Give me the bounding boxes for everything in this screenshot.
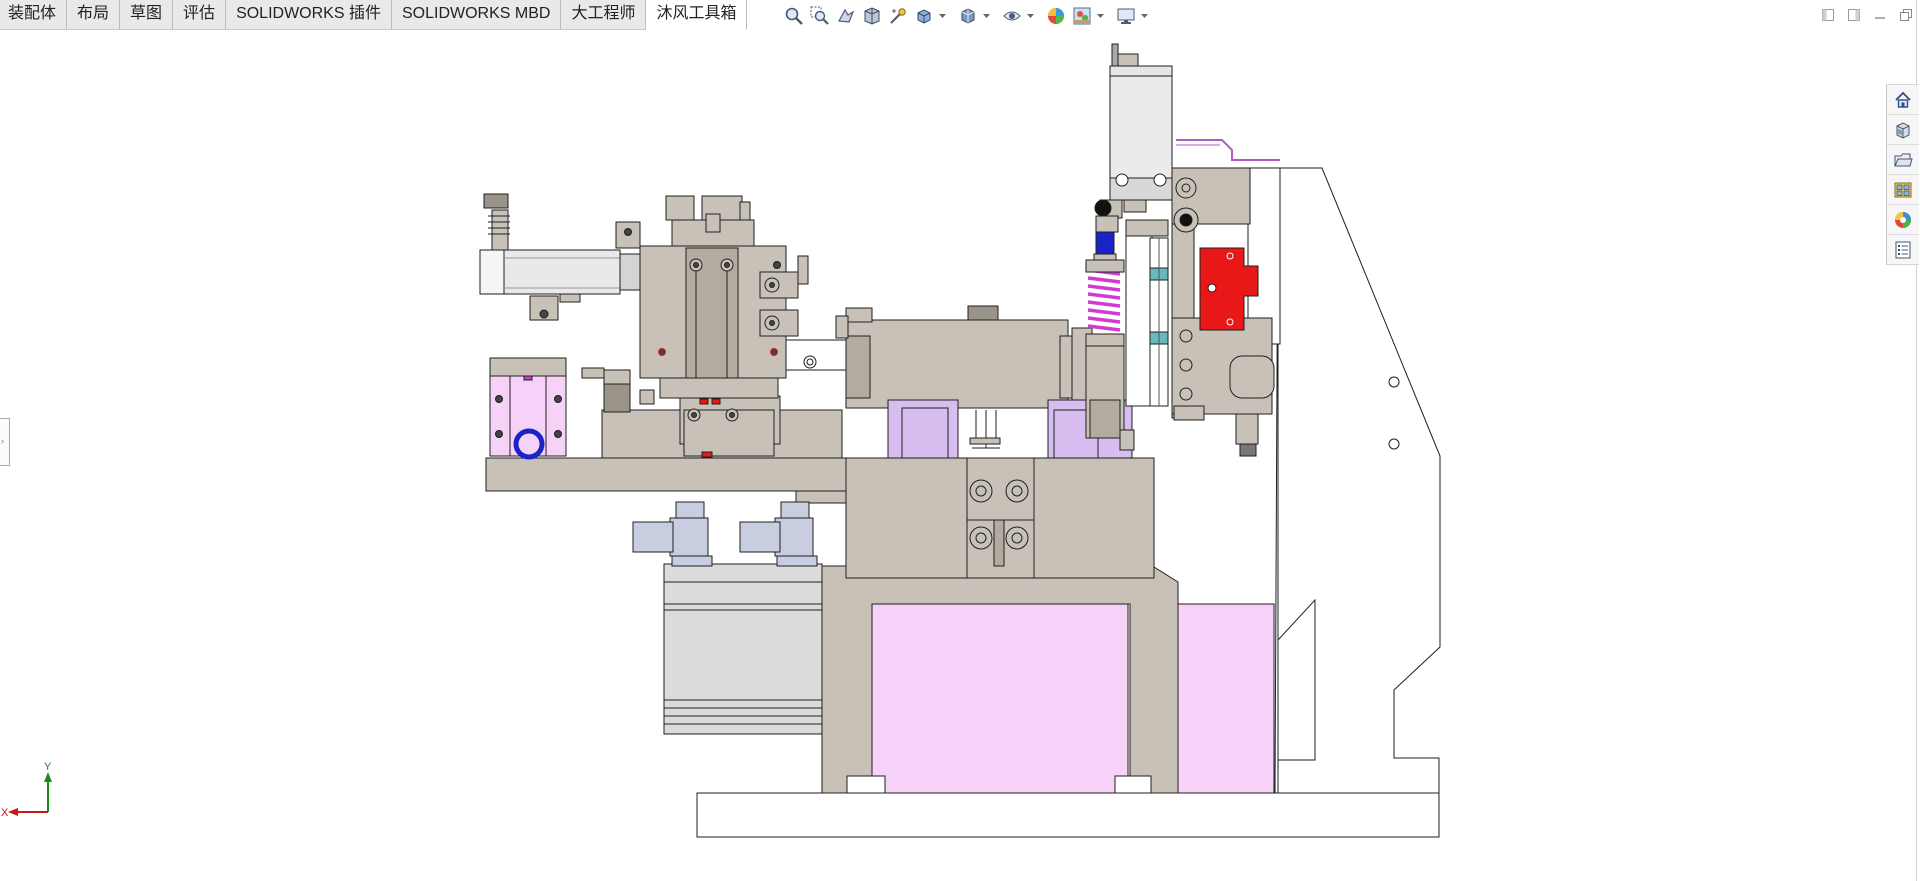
view-settings-dropdown-icon[interactable] <box>1140 4 1148 28</box>
long-plate <box>485 457 847 492</box>
air-fittings <box>632 501 818 567</box>
view-palette-icon[interactable] <box>1887 175 1919 205</box>
tab-sketch[interactable]: 草图 <box>120 0 174 29</box>
task-pane-tabs <box>1886 84 1919 265</box>
tab-assembly[interactable]: 装配体 <box>0 0 68 29</box>
design-library-icon[interactable] <box>1887 115 1919 145</box>
view-orientation-dropdown-icon[interactable] <box>938 4 946 28</box>
tab-layout[interactable]: 布局 <box>67 0 121 29</box>
coordinate-triad: Y X <box>1 761 52 819</box>
tile-left-icon[interactable] <box>1816 4 1840 26</box>
view-settings-icon[interactable] <box>1114 4 1138 28</box>
tab-mufeng-toolbox[interactable]: 沐风工具箱 <box>646 0 748 30</box>
heads-up-view-toolbar <box>782 3 1148 29</box>
hide-show-dropdown-icon[interactable] <box>1026 4 1034 28</box>
zoom-to-area-icon[interactable] <box>808 4 832 28</box>
display-style-icon[interactable] <box>956 4 980 28</box>
magenta-spring <box>1087 268 1121 332</box>
solidworks-resources-icon[interactable] <box>1887 85 1919 115</box>
assembly-model <box>479 43 1441 838</box>
graphics-area[interactable]: Y X <box>0 30 1884 881</box>
view-orientation-icon[interactable] <box>912 4 936 28</box>
tab-solidworks-addins[interactable]: SOLIDWORKS 插件 <box>226 0 392 29</box>
document-window-controls <box>1816 4 1918 26</box>
file-explorer-icon[interactable] <box>1887 145 1919 175</box>
tab-solidworks-mbd[interactable]: SOLIDWORKS MBD <box>391 0 562 29</box>
pink-motor-block <box>1177 603 1275 794</box>
previous-view-icon[interactable] <box>834 4 858 28</box>
section-view-icon[interactable] <box>860 4 884 28</box>
hide-show-items-icon[interactable] <box>1000 4 1024 28</box>
appearances-scenes-icon[interactable] <box>1887 205 1919 235</box>
apply-scene-icon[interactable] <box>1070 4 1094 28</box>
tab-big-engineer[interactable]: 大工程师 <box>561 0 647 29</box>
left-pink-block <box>489 375 567 457</box>
black-knob <box>1094 199 1112 217</box>
pink-center-block <box>871 603 1129 794</box>
triad-y-label: Y <box>44 761 52 773</box>
side-frame <box>1274 167 1441 794</box>
center-housing <box>845 319 1069 409</box>
edit-appearance-icon[interactable] <box>1044 4 1068 28</box>
tile-right-icon[interactable] <box>1842 4 1866 26</box>
triad-x-label: X <box>1 807 9 819</box>
command-manager-tabs: 装配体 布局 草图 评估 SOLIDWORKS 插件 SOLIDWORKS MB… <box>0 0 748 30</box>
restore-icon[interactable] <box>1894 4 1918 26</box>
minimize-icon[interactable] <box>1868 4 1892 26</box>
display-style-dropdown-icon[interactable] <box>982 4 990 28</box>
base-plate <box>696 792 1440 838</box>
tab-evaluate[interactable]: 评估 <box>173 0 227 29</box>
dynamic-annotation-icon[interactable] <box>886 4 910 28</box>
custom-properties-icon[interactable] <box>1887 235 1919 264</box>
apply-scene-dropdown-icon[interactable] <box>1096 4 1104 28</box>
zoom-to-fit-icon[interactable] <box>782 4 806 28</box>
